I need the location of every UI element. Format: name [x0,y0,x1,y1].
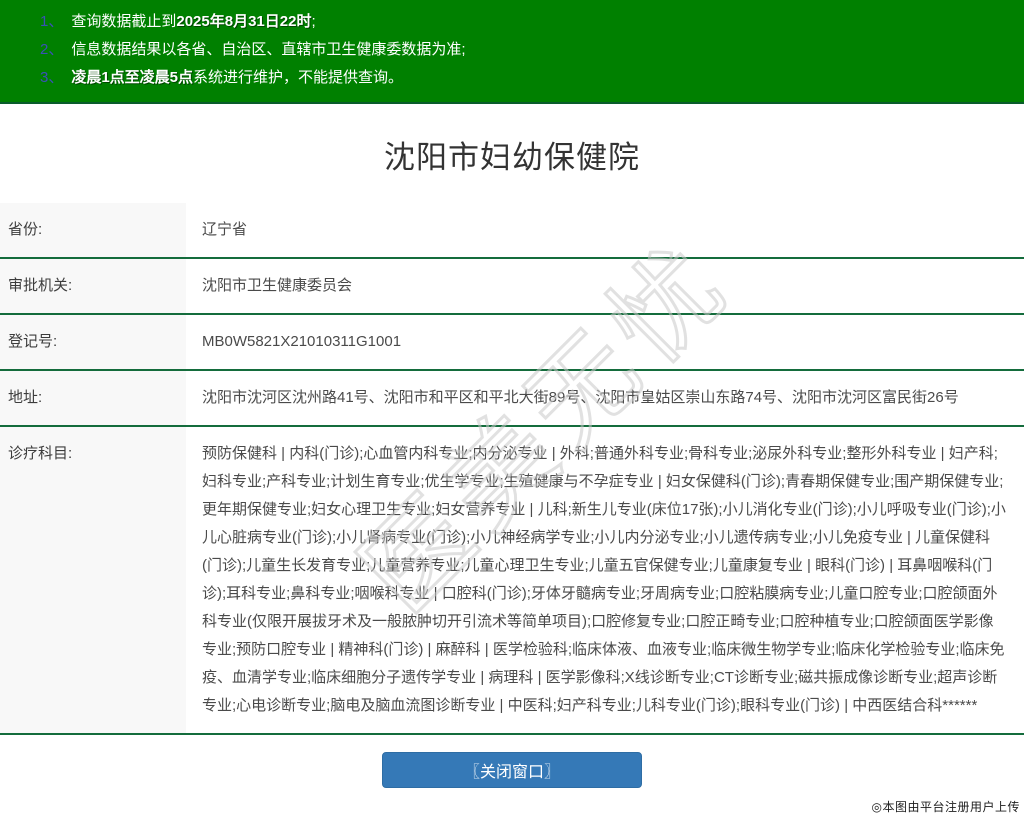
notice-item-2: 2、 信息数据结果以各省、自治区、直辖市卫生健康委数据为准; [40,36,1004,64]
row-label: 审批机关: [0,259,186,313]
table-row-medical-subjects: 诊疗科目: 预防保健科 | 内科(门诊);心血管内科专业;内分泌专业 | 外科;… [0,427,1024,735]
row-value: 辽宁省 [202,221,248,238]
notice-text: 信息数据结果以各省、自治区、直辖市卫生健康委数据为准; [71,41,466,58]
notice-item-3: 3、 凌晨1点至凌晨5点系统进行维护，不能提供查询。 [40,64,1004,92]
notice-text: 查询数据截止到 [71,13,177,30]
notice-text: 系统进行维护，不能提供查询。 [193,69,404,86]
table-row-address: 地址: 沈阳市沈河区沈州路41号、沈阳市和平区和平北大街89号、沈阳市皇姑区崇山… [0,371,1024,427]
row-label: 省份: [0,203,186,257]
close-window-button[interactable]: 〖关闭窗口〗 [382,752,642,788]
institution-detail-table: 省份: 辽宁省 审批机关: 沈阳市卫生健康委员会 登记号: MB0W5821X2… [0,203,1024,735]
notice-bold-text: 凌晨1点至凌晨5点 [71,69,194,86]
upload-note: ◎本图由平台注册用户上传 [871,800,1020,814]
row-value: MB0W5821X21010311G1001 [202,333,402,350]
notice-number: 2、 [40,41,64,58]
page-title: 沈阳市妇幼保健院 [384,140,640,175]
row-label: 诊疗科目: [0,427,186,733]
row-value: 沈阳市沈河区沈州路41号、沈阳市和平区和平北大街89号、沈阳市皇姑区崇山东路74… [202,389,959,406]
notice-number: 1、 [40,13,64,30]
footer: 〖关闭窗口〗 [0,735,1024,802]
notice-item-1: 1、 查询数据截止到2025年8月31日22时; [40,8,1004,36]
notice-text: ; [311,13,316,30]
row-label: 登记号: [0,315,186,369]
notice-number: 3、 [40,69,64,86]
notice-bold-text: 2025年8月31日22时 [176,13,312,30]
notice-banner: 1、 查询数据截止到2025年8月31日22时; 2、 信息数据结果以各省、自治区、… [0,0,1024,104]
row-label: 地址: [0,371,186,425]
table-row-approval-authority: 审批机关: 沈阳市卫生健康委员会 [0,259,1024,315]
license-query-page: 1、 查询数据截止到2025年8月31日22时; 2、 信息数据结果以各省、自治区、… [0,0,1024,818]
row-value: 预防保健科 | 内科(门诊);心血管内科专业;内分泌专业 | 外科;普通外科专业… [202,445,1006,714]
table-row-province: 省份: 辽宁省 [0,203,1024,259]
table-row-registration-number: 登记号: MB0W5821X21010311G1001 [0,315,1024,371]
row-value: 沈阳市卫生健康委员会 [202,277,353,294]
